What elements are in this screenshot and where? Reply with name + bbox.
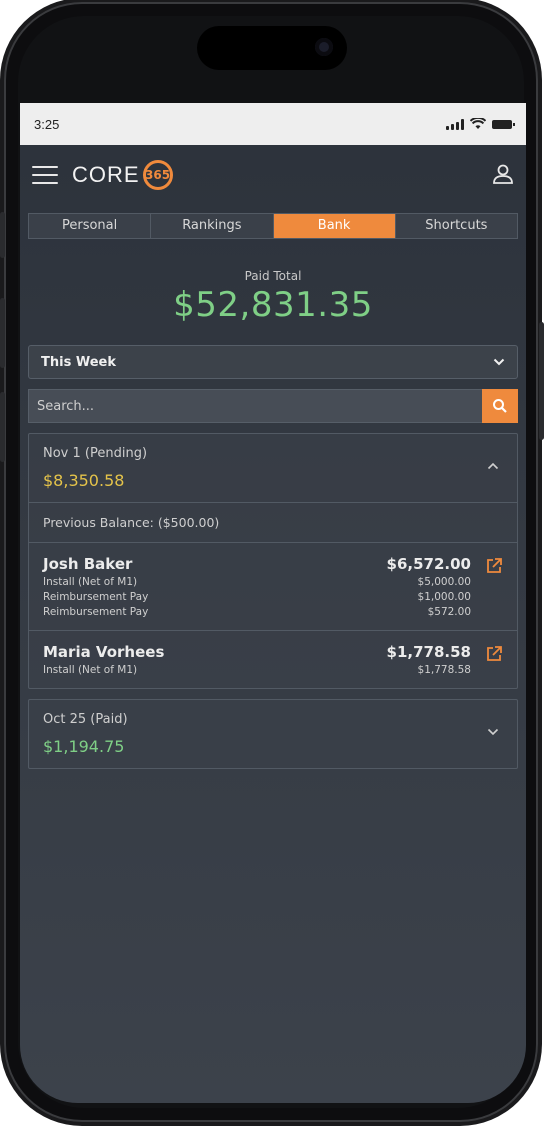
entry-name: Maria Vorhees <box>43 643 165 661</box>
external-link-icon[interactable] <box>485 645 503 663</box>
payroll-entry: Maria Vorhees $1,778.58 Install (Net of … <box>29 631 517 688</box>
menu-icon[interactable] <box>32 166 58 184</box>
side-button-power <box>539 322 544 440</box>
logo-mark: 365 <box>142 160 173 190</box>
dynamic-island <box>197 26 347 70</box>
entry-total: $1,778.58 <box>386 643 471 661</box>
group-title: Nov 1 (Pending) <box>43 446 148 461</box>
entry-line: Reimbursement Pay $572.00 <box>43 606 503 618</box>
tab-shortcuts[interactable]: Shortcuts <box>395 214 517 238</box>
profile-icon[interactable] <box>492 163 514 185</box>
line-value: $5,000.00 <box>417 576 471 588</box>
chevron-down-icon <box>493 358 505 366</box>
line-value: $1,778.58 <box>417 664 471 676</box>
side-button-volume-down <box>0 392 5 462</box>
previous-balance: Previous Balance: ($500.00) <box>43 515 220 530</box>
period-select[interactable]: This Week <box>28 345 518 379</box>
period-select-value: This Week <box>41 354 116 370</box>
side-button-action <box>0 212 5 258</box>
entry-total: $6,572.00 <box>386 555 471 573</box>
search-input[interactable] <box>28 389 482 423</box>
side-button-volume-up <box>0 298 5 368</box>
signal-icon <box>446 118 464 130</box>
app-header: CORE 365 <box>20 145 526 205</box>
status-time: 3:25 <box>34 116 60 132</box>
payroll-entry: Josh Baker $6,572.00 Install (Net of M1)… <box>29 543 517 630</box>
logo-text: CORE <box>72 162 140 187</box>
search-bar <box>28 389 518 423</box>
group-title: Oct 25 (Paid) <box>43 712 128 727</box>
camera-icon <box>315 38 333 56</box>
group-header[interactable]: Nov 1 (Pending) $8,350.58 <box>29 434 517 502</box>
entry-line: Reimbursement Pay $1,000.00 <box>43 591 503 603</box>
line-label: Reimbursement Pay <box>43 606 149 618</box>
tab-bank[interactable]: Bank <box>273 214 396 238</box>
entry-line: Install (Net of M1) $5,000.00 <box>43 576 503 588</box>
search-button[interactable] <box>482 389 518 423</box>
payroll-group-nov-1: Nov 1 (Pending) $8,350.58 Previous Balan… <box>28 433 518 689</box>
paid-total-label: Paid Total <box>244 269 302 283</box>
tab-rankings[interactable]: Rankings <box>151 214 274 238</box>
chevron-up-icon <box>487 462 499 470</box>
battery-icon <box>492 119 515 129</box>
line-label: Reimbursement Pay <box>43 591 149 603</box>
nav-tabs: Personal Rankings Bank Shortcuts <box>28 213 518 239</box>
entry-header: Josh Baker $6,572.00 <box>43 555 503 573</box>
tab-personal[interactable]: Personal <box>29 214 152 238</box>
app-logo: CORE 365 <box>72 160 173 190</box>
line-value: $572.00 <box>427 606 471 618</box>
wifi-icon <box>470 118 486 129</box>
paid-total-amount: $52,831.35 <box>173 285 373 325</box>
entry-header: Maria Vorhees $1,778.58 <box>43 643 503 661</box>
line-label: Install (Net of M1) <box>43 576 138 588</box>
external-link-icon[interactable] <box>485 557 503 575</box>
line-label: Install (Net of M1) <box>43 664 138 676</box>
paid-total-section: Paid Total $52,831.35 <box>20 269 526 325</box>
line-value: $1,000.00 <box>417 591 471 603</box>
entry-name: Josh Baker <box>43 555 133 573</box>
status-icons <box>446 118 515 130</box>
app-screen: 3:25 CORE 365 Personal Rankings Bank Sho… <box>20 103 526 1103</box>
group-amount: $8,350.58 <box>43 471 125 490</box>
group-amount: $1,194.75 <box>43 737 125 756</box>
search-icon <box>493 399 507 413</box>
group-header[interactable]: Oct 25 (Paid) $1,194.75 <box>29 700 517 768</box>
entry-line: Install (Net of M1) $1,778.58 <box>43 664 503 676</box>
chevron-down-icon <box>487 728 499 736</box>
status-bar: 3:25 <box>20 103 526 145</box>
payroll-group-oct-25: Oct 25 (Paid) $1,194.75 <box>28 699 518 769</box>
